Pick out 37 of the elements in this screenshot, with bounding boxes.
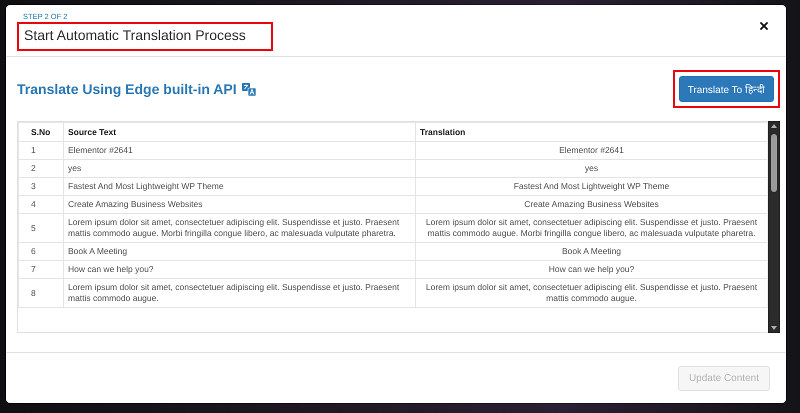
table-cell: Lorem ipsum dolor sit amet, consectetuer adipiscing elit. Suspendisse et justo. Praesent mattis commodo augue. xyxy=(416,278,768,308)
table-cell: 1 xyxy=(18,142,64,160)
translate-icon xyxy=(242,82,256,96)
column-header: Source Text xyxy=(64,122,416,142)
scroll-down-icon[interactable] xyxy=(771,326,777,330)
table-cell: 6 xyxy=(18,242,64,260)
table-cell: Fastest And Most Lightweight WP Theme xyxy=(64,178,416,196)
table-cell: 7 xyxy=(18,260,64,278)
table-cell: 8 xyxy=(18,278,64,308)
table-cell: Lorem ipsum dolor sit amet, consectetuer adipiscing elit. Suspendisse et justo. Praesent mattis commodo augue. Morbi fringilla congue libero, ac malesuada vulputate pharetra. xyxy=(64,214,416,242)
scrollbar[interactable] xyxy=(768,121,780,333)
table-cell: Book A Meeting xyxy=(416,242,768,260)
table-cell: 4 xyxy=(18,196,64,214)
table-cell: Fastest And Most Lightweight WP Theme xyxy=(416,178,768,196)
table-cell: yes xyxy=(416,160,768,178)
column-header: S.No xyxy=(18,122,64,142)
scroll-up-icon[interactable] xyxy=(771,124,777,128)
table-cell: 3 xyxy=(18,178,64,196)
table-cell: Elementor #2641 xyxy=(416,142,768,160)
close-button[interactable] xyxy=(758,20,770,32)
table-cell: 5 xyxy=(18,214,64,242)
translate-button[interactable]: Translate To हिन्दी xyxy=(678,76,774,102)
column-header: Translation xyxy=(416,122,768,142)
close-icon xyxy=(758,20,770,32)
table-cell: How can we help you? xyxy=(64,260,416,278)
table-cell: Elementor #2641 xyxy=(64,142,416,160)
modal-title: Start Automatic Translation Process xyxy=(24,27,246,43)
section-heading: Translate Using Edge built-in API xyxy=(17,81,237,97)
table-cell: Book A Meeting xyxy=(64,242,416,260)
table-cell: Create Amazing Business Websites xyxy=(416,196,768,214)
scrollbar-thumb[interactable] xyxy=(771,134,777,192)
table-cell: How can we help you? xyxy=(416,260,768,278)
table-cell: Create Amazing Business Websites xyxy=(64,196,416,214)
table-cell: 2 xyxy=(18,160,64,178)
table-cell: yes xyxy=(64,160,416,178)
table-cell: Lorem ipsum dolor sit amet, consectetuer adipiscing elit. Suspendisse et justo. Praesent mattis commodo augue. Morbi fringilla congue libero, ac malesuada vulputate pharetra. xyxy=(416,214,768,242)
table-cell: Lorem ipsum dolor sit amet, consectetuer adipiscing elit. Suspendisse et justo. Praesent mattis commodo augue. xyxy=(64,278,416,308)
